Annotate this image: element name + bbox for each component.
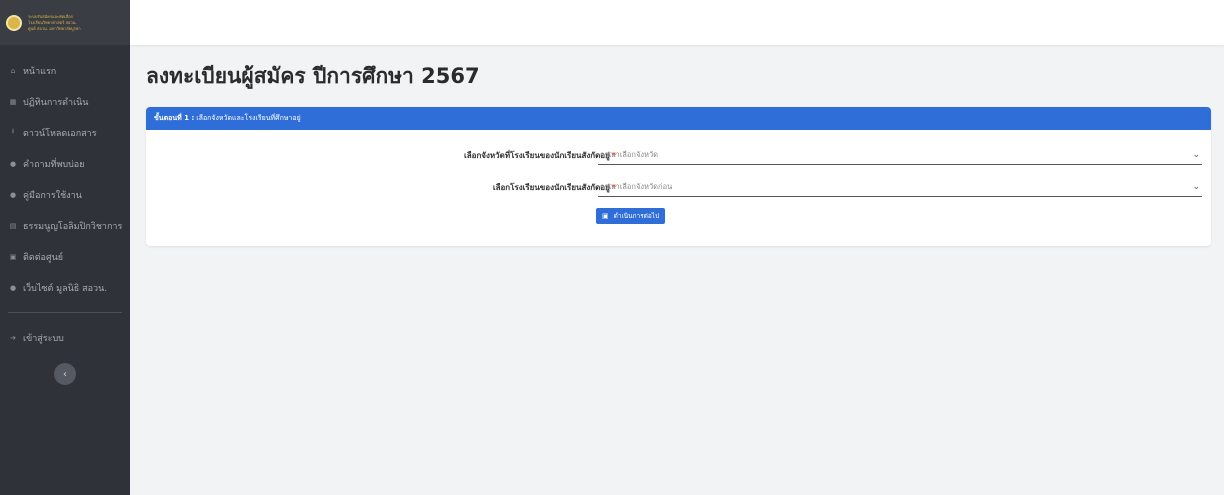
sidebar-item-contact[interactable]: ▣ ติดต่อศูนย์ [0, 241, 130, 272]
top-bar [130, 0, 1224, 45]
sidebar-item-login[interactable]: ➔ เข้าสู่ระบบ [0, 322, 130, 353]
province-label-text: เลือกจังหวัดที่โรงเรียนของนักเรียนสังกัด… [464, 151, 610, 160]
calendar-icon: ▦ [9, 97, 17, 106]
sidebar-item-home[interactable]: ⌂ หน้าแรก [0, 55, 130, 86]
sidebar-menu: ⌂ หน้าแรก ▦ ปฏิทินการดำเนิน ⭳ ดาวน์โหลดเ… [0, 45, 130, 385]
sidebar-item-download[interactable]: ⭳ ดาวน์โหลดเอกสาร [0, 117, 130, 148]
brand[interactable]: ระบบรับสมัครและคัดเลือก โรงเรียนวิทยาศาส… [0, 0, 130, 45]
sidebar-item-label: เว็บไซต์ มูลนิธิ สอวน. [23, 283, 108, 294]
sidebar-item-faq[interactable]: ● คำถามที่พบบ่อย [0, 148, 130, 179]
continue-button-label: ดำเนินการต่อไป [613, 212, 660, 220]
globe-icon: ● [9, 283, 17, 292]
brand-line-3: ศูนย์ สอวน. มหาวิทยาลัยบูรพา [28, 25, 81, 31]
province-select-placeholder: กรุณาเลือกจังหวัด [600, 149, 659, 159]
step-description: เลือกจังหวัดและโรงเรียนที่ศึกษาอยู่ [196, 114, 301, 122]
sidebar-collapse-button[interactable]: ‹ [54, 363, 76, 385]
sidebar-item-manual[interactable]: ● คู่มือการใช้งาน [0, 179, 130, 210]
school-select-placeholder: กรุณาเลือกจังหวัดก่อน [600, 181, 673, 191]
sidebar: ระบบรับสมัครและคัดเลือก โรงเรียนวิทยาศาส… [0, 0, 130, 495]
sidebar-item-label: ดาวน์โหลดเอกสาร [23, 128, 97, 139]
sidebar-item-label: หน้าแรก [23, 66, 57, 77]
home-icon: ⌂ [10, 66, 16, 75]
question-icon: ● [9, 159, 17, 168]
sidebar-item-label: คำถามที่พบบ่อย [23, 159, 85, 170]
sidebar-divider [8, 312, 122, 313]
chevron-down-icon: ⌄ [1192, 181, 1200, 192]
sidebar-item-calendar[interactable]: ▦ ปฏิทินการดำเนิน [0, 86, 130, 117]
sidebar-item-label: ติดต่อศูนย์ [23, 252, 64, 263]
sidebar-item-label: ธรรมนูญโอลิมปิกวิชาการ [23, 221, 123, 232]
province-label: เลือกจังหวัดที่โรงเรียนของนักเรียนสังกัด… [464, 149, 616, 162]
continue-button[interactable]: ▣ ดำเนินการต่อไป [596, 208, 666, 224]
school-select[interactable]: กรุณาเลือกจังหวัดก่อน ⌄ [598, 177, 1202, 197]
step-label: ขั้นตอนที่ 1 : [154, 114, 195, 122]
save-icon: ▣ [602, 212, 609, 220]
sidebar-item-label: เข้าสู่ระบบ [23, 333, 64, 344]
brand-logo-icon [6, 14, 22, 31]
help-icon: ● [9, 190, 17, 199]
registration-card: ขั้นตอนที่ 1 : เลือกจังหวัดและโรงเรียนที… [146, 107, 1211, 246]
card-header: ขั้นตอนที่ 1 : เลือกจังหวัดและโรงเรียนที… [146, 107, 1211, 130]
sidebar-item-website[interactable]: ● เว็บไซต์ มูลนิธิ สอวน. [0, 272, 130, 303]
document-icon: ▤ [9, 221, 17, 230]
chevron-left-icon: ‹ [63, 368, 67, 380]
brand-text: ระบบรับสมัครและคัดเลือก โรงเรียนวิทยาศาส… [28, 14, 81, 32]
download-icon: ⭳ [11, 127, 15, 135]
province-row: เลือกจังหวัดที่โรงเรียนของนักเรียนสังกัด… [146, 145, 1211, 165]
login-icon: ➔ [10, 333, 16, 342]
contact-icon: ▣ [9, 252, 17, 261]
school-label-text: เลือกโรงเรียนของนักเรียนสังกัดอยู่ [492, 183, 610, 192]
page-title: ลงทะเบียนผู้สมัคร ปีการศึกษา 2567 [146, 64, 480, 88]
province-select[interactable]: กรุณาเลือกจังหวัด ⌄ [598, 145, 1202, 165]
sidebar-item-label: คู่มือการใช้งาน [23, 190, 82, 201]
sidebar-item-label: ปฏิทินการดำเนิน [23, 97, 89, 108]
sidebar-item-charter[interactable]: ▤ ธรรมนูญโอลิมปิกวิชาการ [0, 210, 130, 241]
school-row: เลือกโรงเรียนของนักเรียนสังกัดอยู่ * กรุณ… [146, 177, 1211, 197]
chevron-down-icon: ⌄ [1192, 149, 1200, 160]
